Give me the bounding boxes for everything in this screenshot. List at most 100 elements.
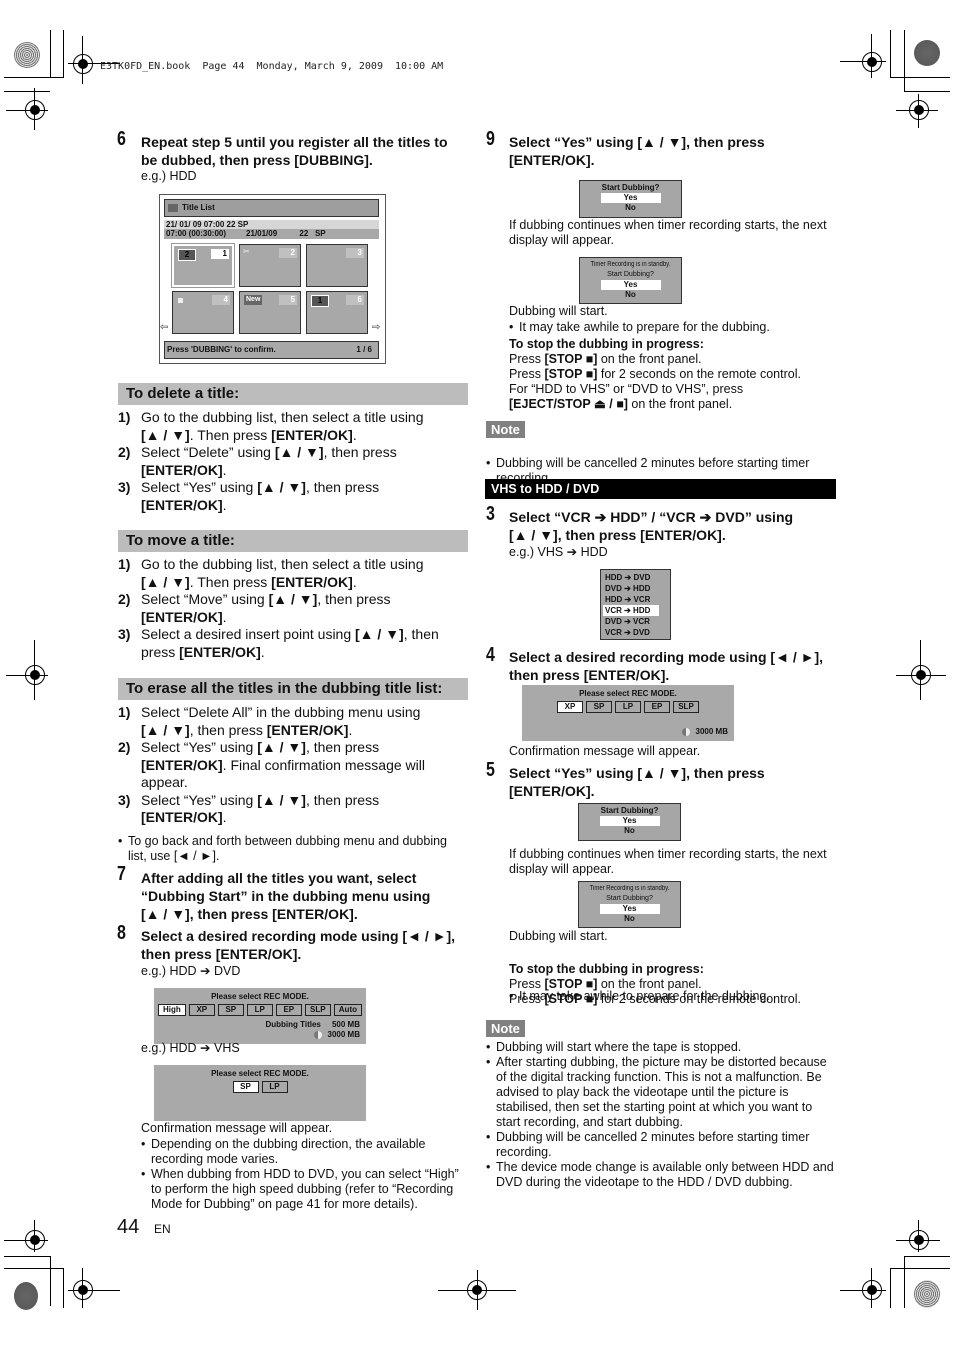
title-thumbnail[interactable]: 4 — [172, 291, 234, 334]
title-number: 3 — [346, 248, 364, 258]
step-line: then press [ENTER/OK]. — [509, 667, 670, 683]
step-line: “Dubbing Start” in the dubbing menu usin… — [141, 888, 431, 904]
dubbing-direction-menu: HDD ➔ DVD DVD ➔ HDD HDD ➔ VCR VCR ➔ HDD DVD … — [600, 569, 671, 640]
mode-option[interactable]: Auto — [333, 1004, 362, 1016]
mode-option[interactable]: EP — [275, 1004, 302, 1016]
bullet-item: Depending on the dubbing direction, the … — [141, 1137, 471, 1167]
menu-item[interactable]: DVD ➔ HDD — [601, 583, 670, 594]
yes-option[interactable]: Yes — [599, 816, 660, 826]
title-list-header: Title List — [164, 199, 379, 217]
dialog-title: Start Dubbing? — [607, 271, 654, 278]
example-label: e.g.) VHS ➔ HDD — [509, 545, 608, 559]
list-item: 2) Select “Move” using [▲ / ▼], then pres… — [118, 591, 391, 625]
rec-mode-screen-hdd-dvd: Please select REC MODE. High XP SP LP EP… — [154, 988, 366, 1044]
title-info-line1: 21/ 01/ 09 07:00 22 SP — [164, 220, 379, 229]
dialog-title: Start Dubbing? — [600, 806, 659, 815]
page-indicator: 1 / 6 — [356, 345, 372, 354]
mode-option[interactable]: LP — [615, 701, 641, 713]
confirmation-text: Confirmation message will appear. — [509, 744, 701, 758]
list-item: 1) Select “Delete All” in the dubbing men… — [118, 704, 421, 738]
mode-option[interactable]: XP — [557, 701, 583, 713]
dialog-line: Timer Recording is in standby. — [589, 885, 670, 892]
section-heading: To erase all the titles in the dubbing t… — [118, 678, 468, 700]
no-option[interactable]: No — [580, 290, 681, 300]
no-option[interactable]: No — [580, 203, 681, 213]
rec-mode-screen-vhs-hdd: Please select REC MODE. XP SP LP EP SLP … — [522, 685, 734, 741]
move-section: To move a title: 1) Go to the dubbing lis… — [118, 530, 468, 661]
mode-option[interactable]: SLP — [673, 701, 699, 713]
step-9-title: Select “Yes” using [▲ / ▼], then press [… — [509, 133, 839, 169]
note-bullet: Dubbing will start where the tape is sto… — [486, 1040, 836, 1055]
step-7-title: After adding all the titles you want, se… — [141, 869, 471, 923]
step-line: [ENTER/OK]. — [509, 152, 595, 168]
erase-section: To erase all the titles in the dubbing t… — [118, 678, 468, 864]
bullet-note: To go back and forth between dubbing men… — [118, 834, 468, 864]
menu-item[interactable]: VCR ➔ HDD — [603, 605, 659, 616]
mode-option[interactable]: High — [158, 1004, 186, 1016]
section-bar: VHS to HDD / DVD — [485, 479, 836, 499]
stop-instructions: Press [STOP ■] on the front panel. Press… — [509, 977, 839, 1007]
mode-option[interactable]: SP — [232, 1081, 259, 1093]
menu-item[interactable]: HDD ➔ DVD — [601, 572, 670, 583]
disc-space-pie-icon — [681, 727, 690, 736]
step-line: [▲ / ▼], then press [ENTER/OK]. — [509, 527, 726, 543]
title-number: 6 — [346, 295, 364, 305]
title-thumbnail[interactable]: 1 6 — [306, 291, 368, 334]
list-item: 2) Select “Delete” using [▲ / ▼], then pr… — [118, 444, 397, 478]
yes-option[interactable]: Yes — [600, 280, 661, 290]
color-target-bottom-right — [914, 1280, 940, 1308]
list-item: 3) Select a desired insert point using [▲… — [118, 626, 439, 660]
title-thumbnail[interactable]: 2 1 — [171, 243, 235, 288]
footer-message: Press 'DUBBING' to confirm. — [167, 345, 276, 354]
arrow-left-icon[interactable]: ⇦ — [160, 322, 168, 333]
step-line: then press [ENTER/OK]. — [141, 946, 302, 962]
step-line: Select “Yes” using [▲ / ▼], then press — [509, 765, 765, 781]
print-header: E3TK0FD_EN.book Page 44 Monday, March 9,… — [100, 61, 444, 72]
mode-option[interactable]: SLP — [304, 1004, 331, 1016]
menu-item[interactable]: DVD ➔ VCR — [601, 616, 670, 627]
menu-item[interactable]: VCR ➔ DVD — [601, 627, 670, 638]
yes-option[interactable]: Yes — [600, 193, 661, 203]
section-heading: To delete a title: — [118, 383, 468, 405]
subheading: To stop the dubbing in progress: — [509, 962, 704, 976]
yes-option[interactable]: Yes — [599, 904, 660, 914]
title-thumbnail[interactable]: ✂ 2 — [239, 244, 301, 287]
dialog-title: Start Dubbing? — [601, 183, 660, 192]
dubbing-size: 500 MB — [331, 1020, 360, 1029]
list-item: 2) Select “Yes” using [▲ / ▼], then press… — [118, 739, 425, 790]
bullet-list: Depending on the dubbing direction, the … — [141, 1137, 471, 1212]
step-line: After adding all the titles you want, se… — [141, 870, 417, 886]
mode-option[interactable]: SP — [217, 1004, 244, 1016]
list-item: 3) Select “Yes” using [▲ / ▼], then press… — [118, 479, 380, 513]
title-thumbnail[interactable]: 3 — [306, 244, 368, 287]
mode-option[interactable]: LP — [246, 1004, 273, 1016]
title-thumbnail[interactable]: New 5 — [239, 291, 301, 334]
lock-icon — [178, 298, 183, 303]
dialog-line: Timer Recording is in standby. — [590, 261, 671, 268]
step-5-title: Select “Yes” using [▲ / ▼], then press [… — [509, 764, 839, 800]
osd-title: Please select REC MODE. — [211, 1069, 309, 1078]
mode-option[interactable]: SP — [586, 701, 612, 713]
step-number: 3 — [486, 503, 495, 525]
text-line: [EJECT/STOP ⏏ / ■] on the front panel. — [509, 397, 733, 411]
step-4-title: Select a desired recording mode using [◄… — [509, 648, 844, 684]
no-option[interactable]: No — [579, 826, 680, 836]
note-bullet: The device mode change is available only… — [486, 1160, 836, 1190]
mode-option[interactable]: XP — [188, 1004, 215, 1016]
no-option[interactable]: No — [579, 914, 680, 924]
text-line: For “HDD to VHS” or “DVD to VHS”, press — [509, 382, 744, 396]
start-dubbing-dialog: Start Dubbing? Yes No — [579, 180, 682, 218]
dubbing-titles-label: Dubbing Titles — [265, 1020, 321, 1029]
step-number: 4 — [486, 644, 495, 666]
title-list-screen: Title List 21/ 01/ 09 07:00 22 SP 07:00 … — [159, 194, 386, 364]
list-item: 3) Select “Yes” using [▲ / ▼], then press… — [118, 791, 380, 826]
new-badge: New — [244, 295, 263, 305]
title-list-footer: Press 'DUBBING' to confirm. 1 / 6 — [164, 341, 379, 359]
mode-option[interactable]: EP — [644, 701, 670, 713]
timer-standby-dialog: Timer Recording is in standby. Start Dub… — [578, 881, 681, 928]
step-number: 7 — [117, 863, 126, 885]
menu-item[interactable]: HDD ➔ VCR — [601, 594, 670, 605]
mode-option[interactable]: LP — [261, 1081, 288, 1093]
step-number: 6 — [117, 128, 126, 150]
arrow-right-icon[interactable]: ⇨ — [372, 322, 380, 333]
